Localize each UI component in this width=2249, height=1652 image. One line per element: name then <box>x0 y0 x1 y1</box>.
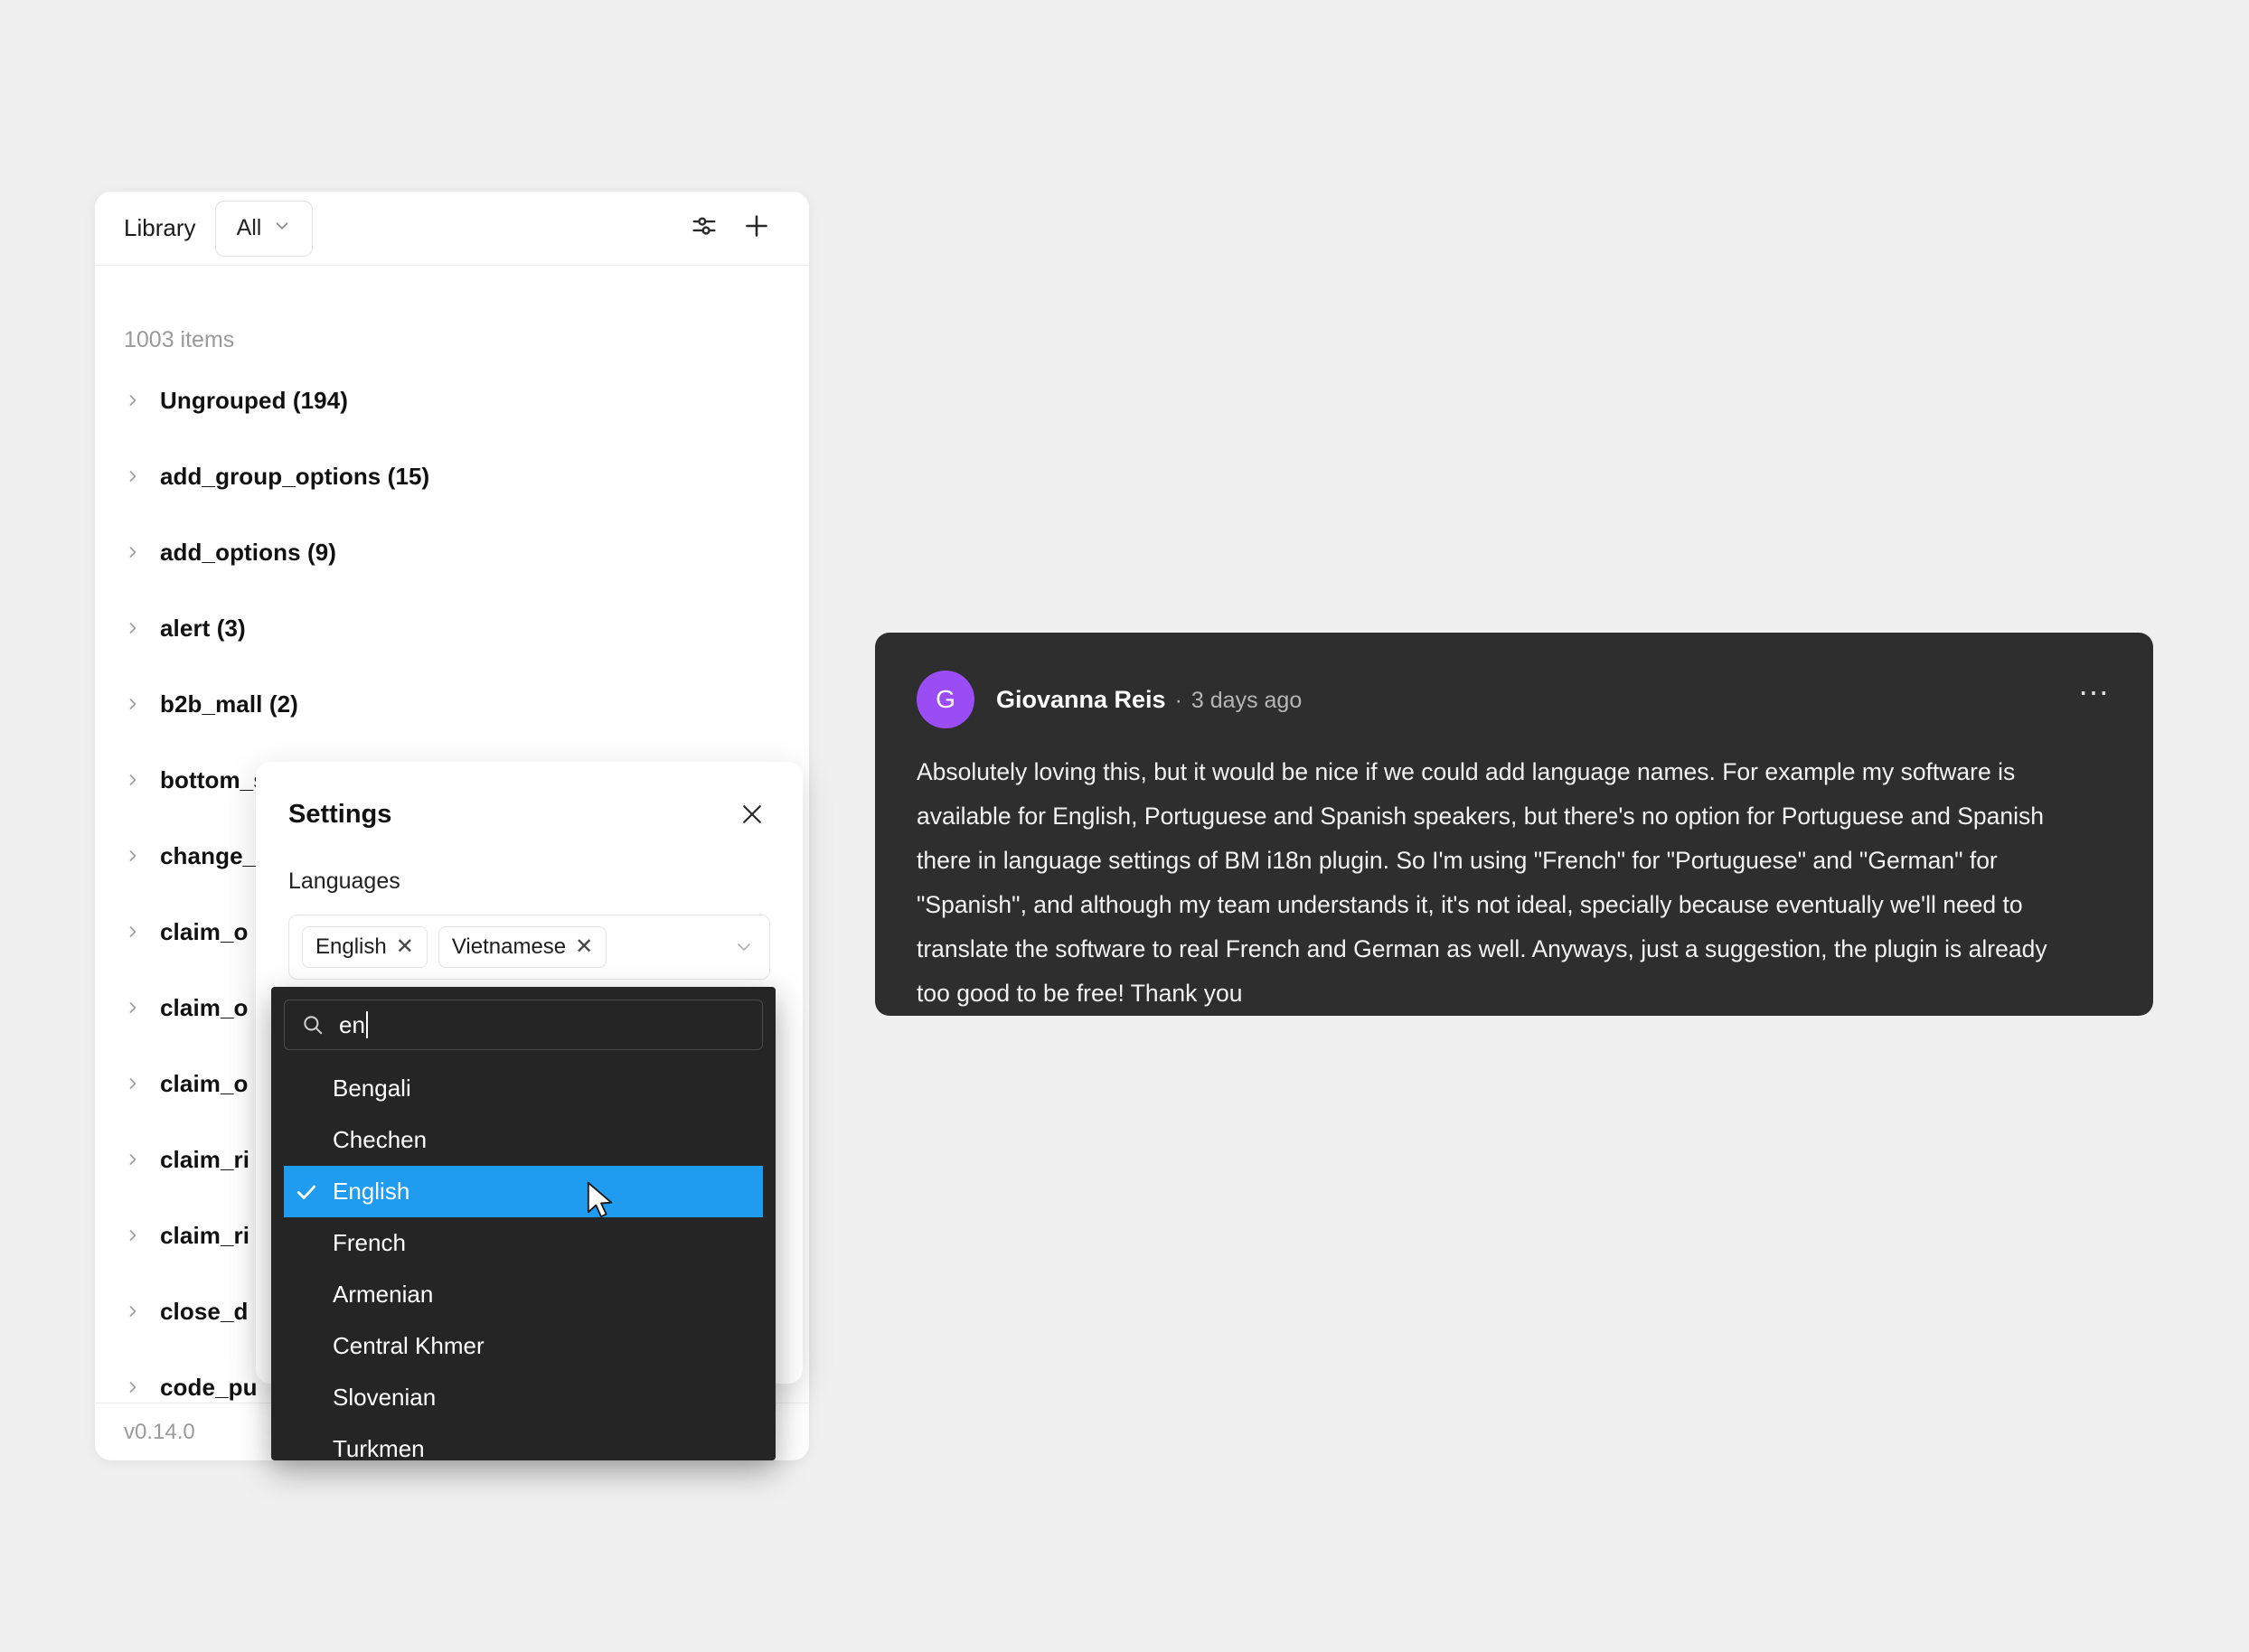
chevron-right-icon <box>124 847 142 865</box>
library-group-label: claim_ri <box>160 1145 250 1173</box>
language-option-label: English <box>333 1178 410 1205</box>
screen: Library All 1003 items Ungrouped (194) a… <box>0 0 2249 1652</box>
chevron-right-icon <box>124 619 142 637</box>
language-option-label: Armenian <box>333 1281 434 1308</box>
comment-header: G Giovanna Reis · 3 days ago ⋯ <box>917 671 2112 728</box>
remove-tag-icon[interactable]: ✕ <box>575 936 593 958</box>
language-tag: Vietnamese ✕ <box>438 926 607 968</box>
language-option[interactable]: Armenian <box>284 1269 763 1320</box>
library-group-label: claim_o <box>160 1069 249 1097</box>
languages-tags-input[interactable]: English ✕ Vietnamese ✕ <box>288 915 770 980</box>
search-icon <box>301 1013 325 1037</box>
library-group-label: Ungrouped (194) <box>160 386 349 414</box>
close-icon[interactable] <box>734 796 770 832</box>
language-tag: English ✕ <box>302 926 428 968</box>
library-header: Library All <box>95 192 809 266</box>
library-group-label: change_ <box>160 841 257 869</box>
library-group-label: add_group_options (15) <box>160 462 430 490</box>
chevron-right-icon <box>124 771 142 789</box>
library-group-label: claim_ri <box>160 1221 250 1249</box>
page-title: Library <box>124 214 196 241</box>
chevron-right-icon <box>124 1150 142 1169</box>
language-option[interactable]: Chechen <box>284 1114 763 1166</box>
library-group-row[interactable]: Ungrouped (194) <box>124 362 780 438</box>
chevron-right-icon <box>124 1226 142 1244</box>
library-settings-button[interactable] <box>682 207 726 250</box>
settings-dialog-header: Settings <box>288 794 770 834</box>
language-option-selected[interactable]: English <box>284 1166 763 1217</box>
items-count: 1003 items <box>124 327 235 352</box>
language-option-label: Bengali <box>333 1075 411 1102</box>
language-search-input[interactable]: en <box>339 1010 368 1039</box>
language-option-label: Turkmen <box>333 1435 425 1460</box>
comment-author-name: Giovanna Reis <box>996 685 1166 713</box>
remove-tag-icon[interactable]: ✕ <box>396 936 414 958</box>
language-option[interactable]: Turkmen <box>284 1423 763 1460</box>
library-group-label: alert (3) <box>160 614 246 642</box>
settings-dialog-title: Settings <box>288 799 392 829</box>
library-group-row[interactable]: b2b_mall (2) <box>124 666 780 742</box>
library-group-row[interactable]: add_options (9) <box>124 514 780 590</box>
comment-body: Absolutely loving this, but it would be … <box>917 758 2047 1007</box>
chevron-right-icon <box>124 1302 142 1320</box>
library-group-label: close_d <box>160 1297 249 1325</box>
more-options-icon[interactable]: ⋯ <box>2078 678 2112 710</box>
library-group-label: b2b_mall (2) <box>160 690 298 718</box>
library-filter-value: All <box>236 215 262 240</box>
check-icon <box>293 1180 320 1204</box>
chevron-right-icon <box>124 923 142 941</box>
language-option[interactable]: French <box>284 1217 763 1269</box>
chevron-right-icon <box>124 391 142 409</box>
chevron-down-icon[interactable] <box>733 936 755 958</box>
chevron-right-icon <box>124 1378 142 1396</box>
comment-author-line: Giovanna Reis · 3 days ago <box>996 686 1302 714</box>
language-option[interactable]: Slovenian <box>284 1372 763 1423</box>
language-search-field[interactable]: en <box>284 1000 763 1050</box>
language-search-value: en <box>339 1010 365 1038</box>
library-group-label: claim_o <box>160 993 249 1021</box>
chevron-right-icon <box>124 695 142 713</box>
library-filter-select[interactable]: All <box>215 200 314 257</box>
language-option-label: French <box>333 1229 406 1256</box>
languages-field-label: Languages <box>288 868 400 894</box>
library-group-row[interactable]: alert (3) <box>124 590 780 666</box>
language-option[interactable]: Central Khmer <box>284 1320 763 1372</box>
meta-separator: · <box>1174 687 1182 713</box>
chevron-right-icon <box>124 467 142 485</box>
chevron-right-icon <box>124 543 142 561</box>
library-group-label: claim_o <box>160 917 249 945</box>
avatar: G <box>917 671 974 728</box>
language-option[interactable]: Bengali <box>284 1063 763 1114</box>
sliders-icon <box>689 211 720 246</box>
library-group-label: code_pu <box>160 1373 258 1401</box>
plus-icon <box>740 210 773 247</box>
language-option-label: Central Khmer <box>333 1332 485 1359</box>
comment-timestamp: 3 days ago <box>1190 687 1303 713</box>
comment-card: G Giovanna Reis · 3 days ago ⋯ Absolutel… <box>875 633 2153 1016</box>
library-add-button[interactable] <box>735 207 778 250</box>
avatar-initial: G <box>936 685 955 713</box>
language-option-list: Bengali Chechen English French Armenian <box>284 1063 763 1460</box>
language-dropdown: en Bengali Chechen English French Armeni… <box>271 987 776 1460</box>
chevron-down-icon <box>272 216 292 240</box>
text-cursor <box>365 1010 368 1038</box>
version-label: v0.14.0 <box>124 1419 195 1444</box>
language-tag-label: English <box>315 934 387 959</box>
language-option-label: Slovenian <box>333 1384 437 1411</box>
library-group-label: add_options (9) <box>160 538 337 566</box>
language-option-label: Chechen <box>333 1126 428 1153</box>
chevron-right-icon <box>124 999 142 1017</box>
chevron-right-icon <box>124 1075 142 1093</box>
library-group-row[interactable]: add_group_options (15) <box>124 438 780 514</box>
language-tag-label: Vietnamese <box>451 934 567 959</box>
